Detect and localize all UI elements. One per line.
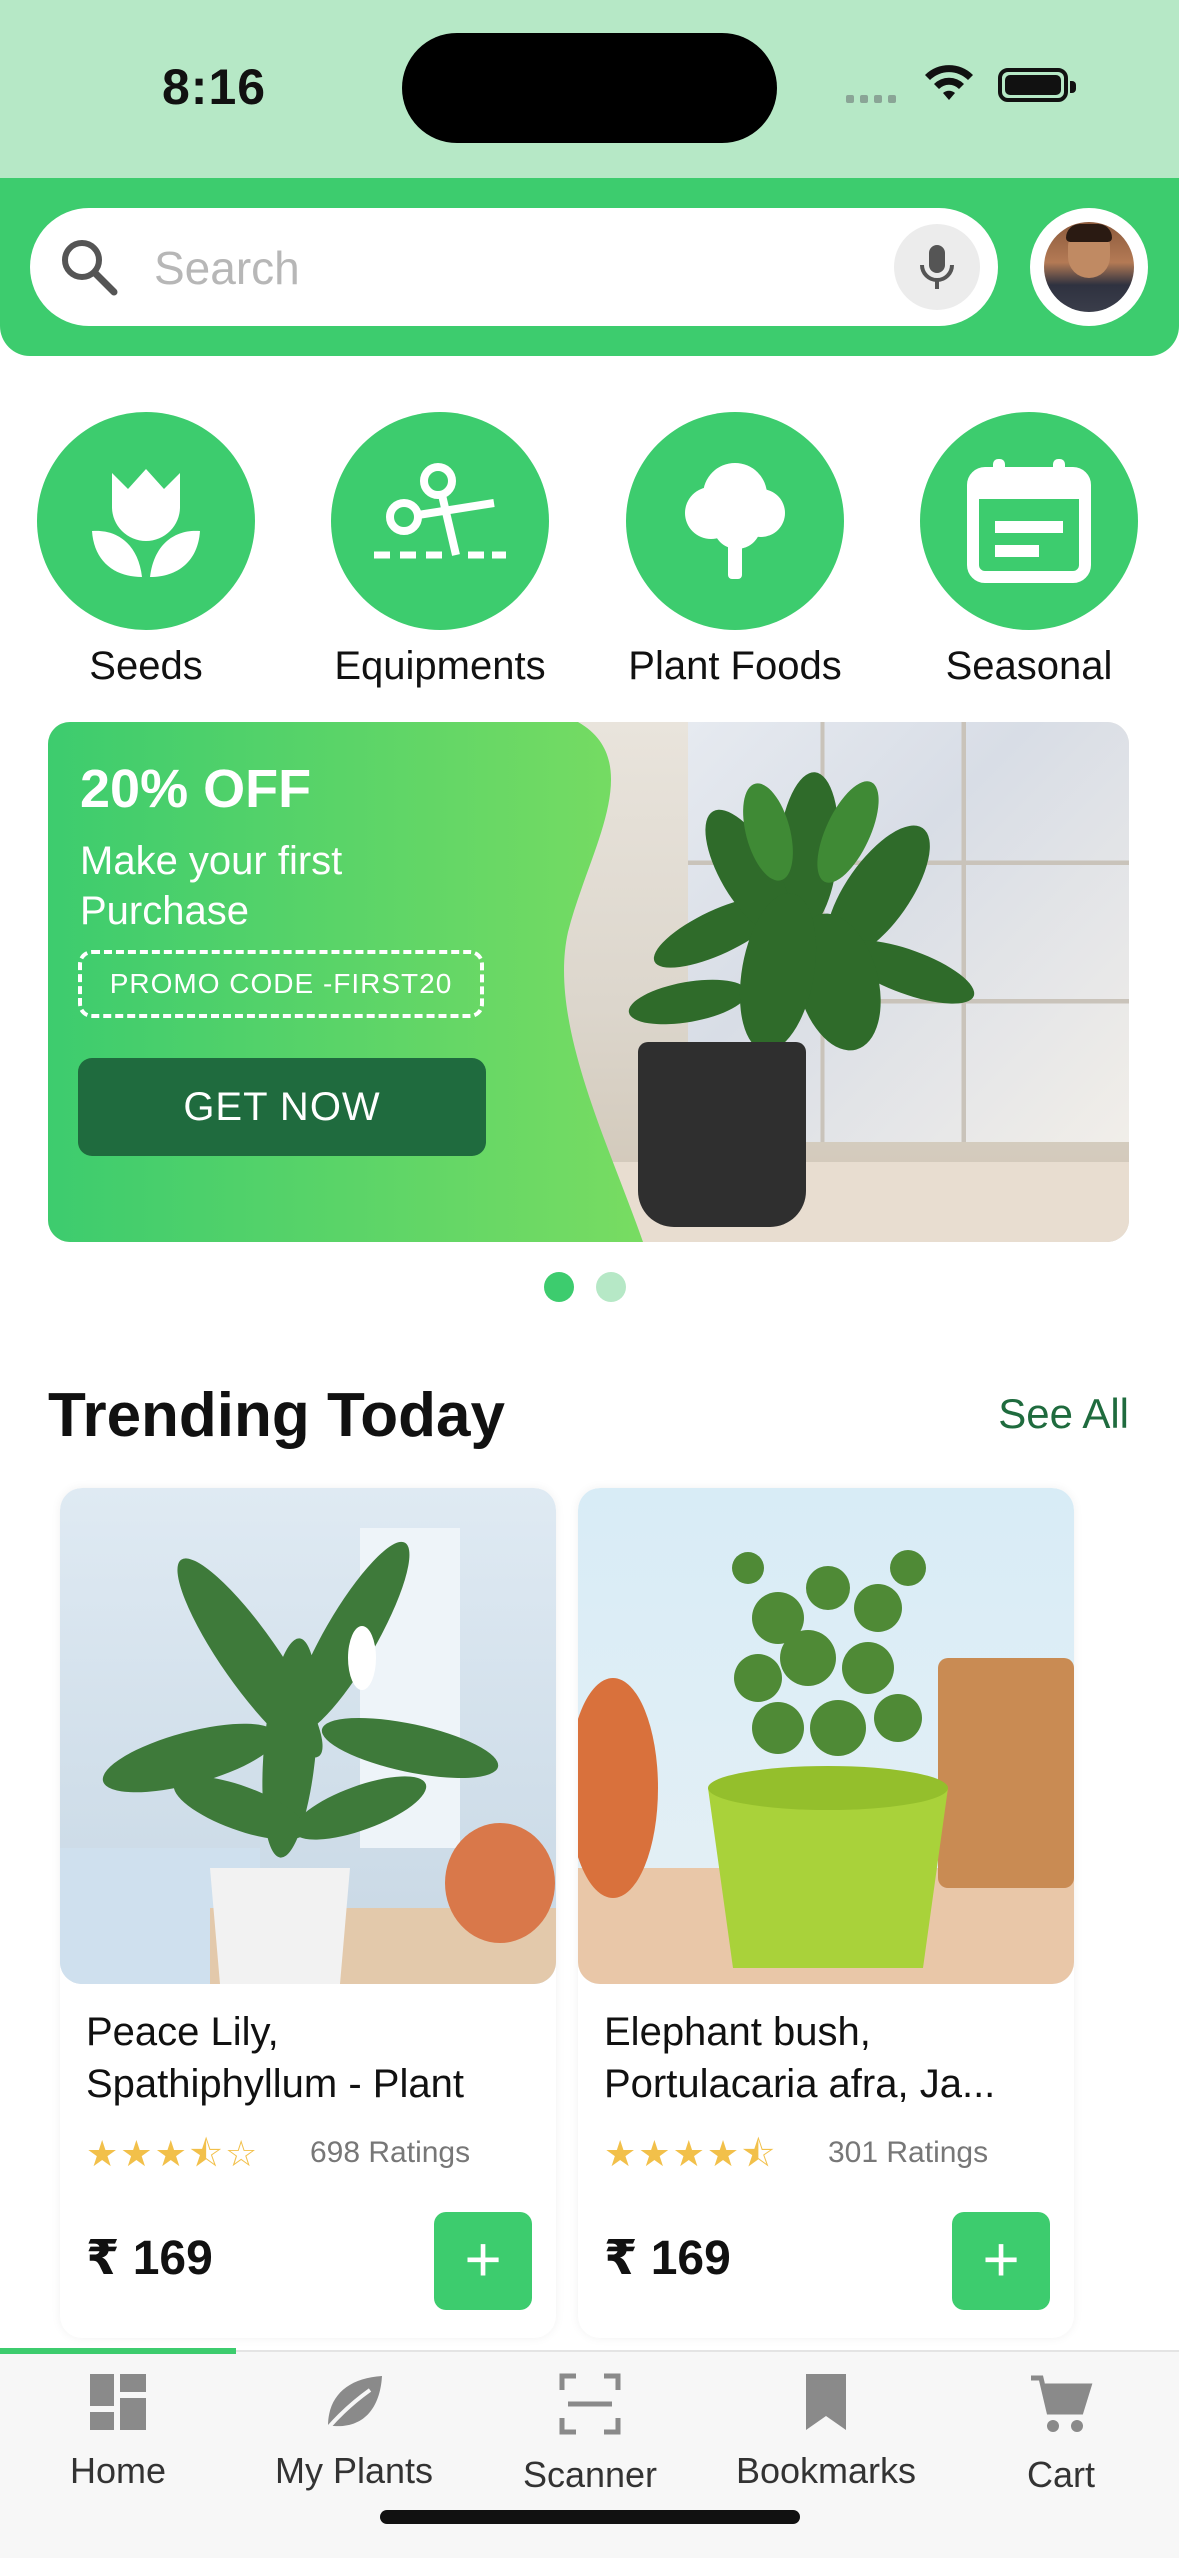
star-half-icon: ⯪ [741,2133,778,2174]
scissors-icon [374,463,506,559]
product-card[interactable]: Peace Lily, Spathiphyllum - Plant ★★★⯪☆ … [60,1488,556,2338]
leaf-icon [326,2376,382,2430]
banner-subtitle: Make your first Purchase [80,839,343,933]
carousel-dot-active[interactable] [544,1272,574,1302]
product-image [578,1488,1074,1984]
promo-banner[interactable]: 20% OFF Make your first Purchase PROMO C… [48,722,1129,1242]
carousel-dot[interactable] [596,1272,626,1302]
product-name-line1: Elephant bush, [604,2010,871,2054]
scan-icon [559,2373,621,2435]
calendar-icon [967,459,1091,583]
get-now-button[interactable]: GET NOW [78,1058,486,1156]
category-equipments[interactable]: Equipments [320,412,560,689]
product-name-line1: Peace Lily, [86,2010,279,2054]
category-label: Seeds [89,644,203,688]
tree-icon [685,463,785,579]
microphone-icon [920,245,954,289]
header [0,178,1179,356]
tab-label: Cart [1026,2454,1095,2495]
tab-bookmarks[interactable]: Bookmarks [708,2372,944,2492]
star-rating: ★★★⯪☆ [86,2128,259,2189]
product-name: Elephant bush, Portulacaria afra, Ja... [604,2006,1054,2110]
product-card-partial[interactable] [1112,1488,1179,2338]
plus-icon: + [982,2223,1020,2295]
category-plant-foods[interactable]: Plant Foods [615,412,855,689]
carousel-indicator [544,1272,648,1307]
search-input[interactable] [152,228,896,308]
signal-icon [846,90,902,108]
avatar-image [1044,222,1134,312]
product-name-line2: Portulacaria afra, Ja... [604,2062,996,2106]
product-price: ₹ 169 [86,2232,213,2285]
product-name-line2: Spathiphyllum - Plant [86,2062,464,2106]
bookmark-icon [806,2374,846,2430]
active-tab-indicator [0,2348,236,2354]
cart-icon [1031,2375,1093,2432]
product-card[interactable]: Elephant bush, Portulacaria afra, Ja... … [578,1488,1074,2338]
tab-home[interactable]: Home [0,2372,236,2492]
voice-search-button[interactable] [894,224,980,310]
star-icon: ★ [154,2133,189,2174]
grid-icon [90,2374,146,2430]
section-title: Trending Today [48,1381,505,1450]
profile-avatar[interactable] [1030,208,1148,326]
see-all-link[interactable]: See All [998,1390,1129,1438]
star-icon: ★ [638,2133,673,2174]
category-seeds[interactable]: Seeds [26,412,266,689]
category-label: Seasonal [945,644,1113,688]
search-bar[interactable] [30,208,998,326]
tab-label: Bookmarks [735,2450,917,2491]
tab-label: Scanner [522,2454,658,2495]
add-to-cart-button[interactable]: + [434,2212,532,2310]
battery-icon [998,68,1076,102]
star-icon: ★ [604,2133,639,2174]
plus-icon: + [464,2223,502,2295]
product-price: ₹ 169 [604,2232,731,2285]
star-icon: ★ [120,2133,155,2174]
tab-cart[interactable]: Cart [943,2372,1179,2496]
category-label: Plant Foods [628,644,842,688]
ratings-count: 301 Ratings [828,2136,989,2169]
status-time: 8:16 [162,59,267,115]
star-icon: ★ [672,2133,707,2174]
star-icon: ★ [86,2133,121,2174]
home-indicator[interactable] [380,2510,800,2524]
product-name: Peace Lily, Spathiphyllum - Plant [86,2006,536,2110]
ratings-count: 698 Ratings [310,2136,471,2169]
wifi-icon [925,65,973,100]
status-bar: 8:16 [0,0,1179,178]
star-empty-icon: ☆ [224,2133,260,2174]
star-half-icon: ⯪ [188,2133,225,2174]
tab-label: Home [69,2450,167,2491]
add-to-cart-button[interactable]: + [952,2212,1050,2310]
category-row: Seeds Equipments Plant Foods Seasonal [0,412,1179,702]
star-icon: ★ [706,2133,742,2174]
bottom-tab-bar: Home My Plants Scanner Bookmarks Cart [0,2348,1179,2558]
search-icon [62,240,118,296]
dynamic-island [402,33,777,143]
tab-label: My Plants [274,2450,434,2491]
product-image [60,1488,556,1984]
tab-my-plants[interactable]: My Plants [236,2372,472,2492]
category-label: Equipments [334,644,546,688]
category-seasonal[interactable]: Seasonal [909,412,1149,689]
tab-scanner[interactable]: Scanner [472,2372,708,2496]
tulip-icon [92,469,200,577]
banner-discount: 20% OFF [80,759,312,819]
promo-code: PROMO CODE -FIRST20 [78,950,484,1018]
star-rating: ★★★★⯪ [604,2128,777,2189]
